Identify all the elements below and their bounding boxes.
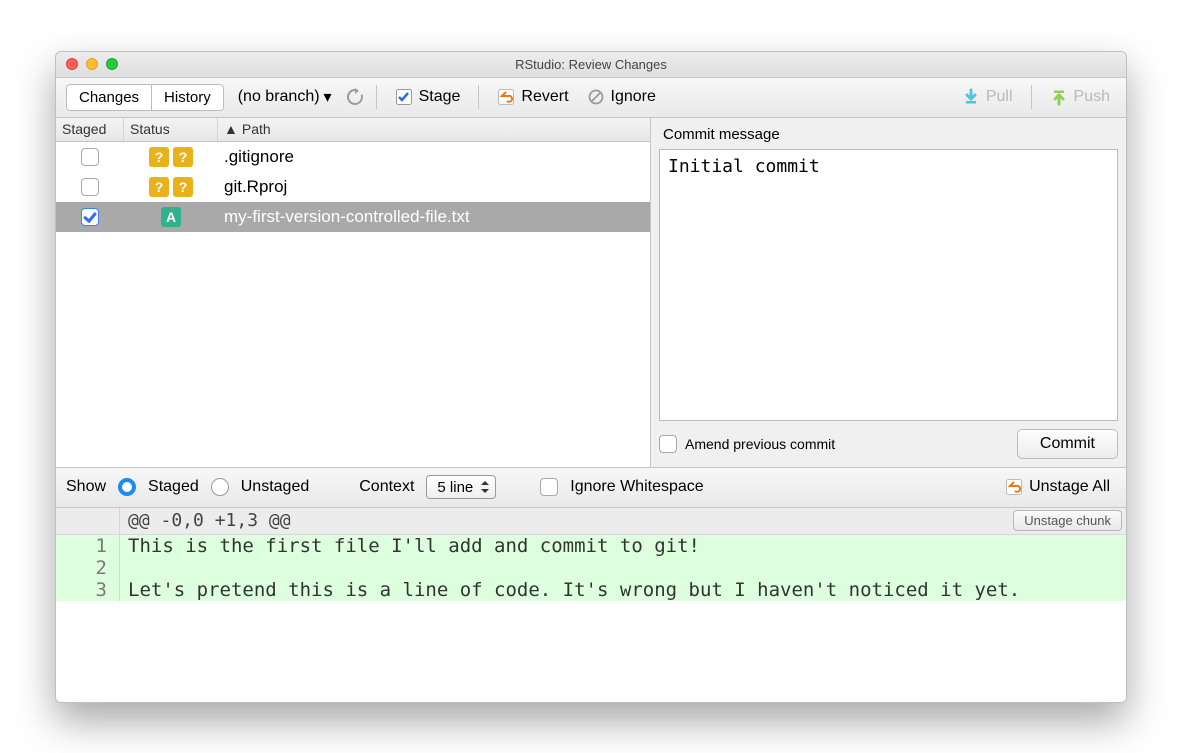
stage-button[interactable]: Stage	[389, 86, 467, 108]
show-label: Show	[66, 478, 106, 496]
file-table-header: Staged Status ▲ Path	[56, 118, 650, 142]
revert-label: Revert	[521, 88, 568, 106]
file-list: ? ? .gitignore ? ? git.Rproj	[56, 142, 650, 467]
unstage-all-label: Unstage All	[1029, 478, 1110, 496]
checkbox-icon	[395, 88, 413, 106]
unstaged-radio[interactable]	[211, 478, 229, 496]
stage-checkbox[interactable]	[81, 148, 99, 166]
separator	[1031, 85, 1032, 109]
stage-checkbox[interactable]	[81, 208, 99, 226]
context-select[interactable]: 5 line	[426, 475, 496, 499]
staged-label: Staged	[148, 478, 199, 496]
unstaged-label: Unstaged	[241, 478, 310, 496]
sort-asc-icon: ▲	[224, 121, 238, 137]
diff-line[interactable]: 3 Let's pretend this is a line of code. …	[56, 579, 1126, 601]
middle-panes: Staged Status ▲ Path ? ? .gitignore	[56, 118, 1126, 468]
diff-toolbar: Show Staged Unstaged Context 5 line Igno…	[56, 468, 1126, 508]
diff-line[interactable]: 2	[56, 557, 1126, 579]
ignore-whitespace-label: Ignore Whitespace	[570, 478, 703, 496]
chevron-down-icon: ▾	[324, 87, 332, 107]
window-title: RStudio: Review Changes	[56, 57, 1126, 72]
col-status[interactable]: Status	[124, 118, 218, 141]
file-pane: Staged Status ▲ Path ? ? .gitignore	[56, 118, 651, 467]
status-badge-added: A	[161, 207, 181, 227]
push-label: Push	[1074, 88, 1110, 106]
commit-message-label: Commit message	[659, 124, 1118, 149]
ignore-whitespace-checkbox[interactable]	[540, 478, 558, 496]
tab-history[interactable]: History	[152, 85, 223, 110]
separator	[478, 85, 479, 109]
refresh-icon[interactable]	[346, 88, 364, 106]
line-number: 3	[56, 579, 120, 601]
line-text	[120, 557, 128, 579]
col-staged[interactable]: Staged	[56, 118, 124, 141]
line-number: 1	[56, 535, 120, 557]
push-icon	[1050, 88, 1068, 106]
file-path: git.Rproj	[218, 177, 650, 197]
status-badge-untracked: ?	[149, 147, 169, 167]
file-path: my-first-version-controlled-file.txt	[218, 207, 650, 227]
unstage-chunk-button[interactable]: Unstage chunk	[1013, 510, 1122, 531]
table-row[interactable]: ? ? git.Rproj	[56, 172, 650, 202]
table-row[interactable]: ? ? .gitignore	[56, 142, 650, 172]
line-text: This is the first file I'll add and comm…	[120, 535, 700, 557]
revert-icon	[497, 88, 515, 106]
context-value: 5 line	[437, 479, 473, 496]
toolbar: Changes History (no branch) ▾ Stage Reve…	[56, 78, 1126, 118]
diff-line[interactable]: 1 This is the first file I'll add and co…	[56, 535, 1126, 557]
revert-icon	[1005, 478, 1023, 496]
staged-radio[interactable]	[118, 478, 136, 496]
status-badge-untracked: ?	[173, 147, 193, 167]
commit-message-input[interactable]	[659, 149, 1118, 421]
col-path-label: Path	[242, 121, 271, 137]
ignore-label: Ignore	[611, 88, 656, 106]
pull-button[interactable]: Pull	[956, 86, 1019, 108]
titlebar: RStudio: Review Changes	[56, 52, 1126, 78]
pull-label: Pull	[986, 88, 1013, 106]
amend-label: Amend previous commit	[685, 436, 835, 452]
push-button[interactable]: Push	[1044, 86, 1116, 108]
pull-icon	[962, 88, 980, 106]
hunk-range: @@ -0,0 +1,3 @@	[120, 510, 1013, 531]
commit-pane: Commit message Amend previous commit Com…	[651, 118, 1126, 467]
branch-selector[interactable]: (no branch) ▾	[230, 85, 340, 109]
commit-button[interactable]: Commit	[1017, 429, 1118, 459]
branch-label: (no branch)	[238, 88, 320, 106]
hunk-header: @@ -0,0 +1,3 @@ Unstage chunk	[56, 508, 1126, 535]
commit-footer: Amend previous commit Commit	[659, 421, 1118, 459]
window: RStudio: Review Changes Changes History …	[55, 51, 1127, 703]
ignore-icon	[587, 88, 605, 106]
context-label: Context	[359, 478, 414, 496]
view-segmented: Changes History	[66, 84, 224, 111]
revert-button[interactable]: Revert	[491, 86, 574, 108]
line-text: Let's pretend this is a line of code. It…	[120, 579, 1020, 601]
separator	[376, 85, 377, 109]
amend-checkbox[interactable]	[659, 435, 677, 453]
diff-area: @@ -0,0 +1,3 @@ Unstage chunk 1 This is …	[56, 508, 1126, 702]
status-badge-untracked: ?	[149, 177, 169, 197]
col-path[interactable]: ▲ Path	[218, 118, 650, 141]
stage-label: Stage	[419, 88, 461, 106]
status-badge-untracked: ?	[173, 177, 193, 197]
stage-checkbox[interactable]	[81, 178, 99, 196]
line-number: 2	[56, 557, 120, 579]
table-row[interactable]: A my-first-version-controlled-file.txt	[56, 202, 650, 232]
file-path: .gitignore	[218, 147, 650, 167]
ignore-button[interactable]: Ignore	[581, 86, 662, 108]
tab-changes[interactable]: Changes	[67, 85, 152, 110]
unstage-all-button[interactable]: Unstage All	[999, 476, 1116, 498]
